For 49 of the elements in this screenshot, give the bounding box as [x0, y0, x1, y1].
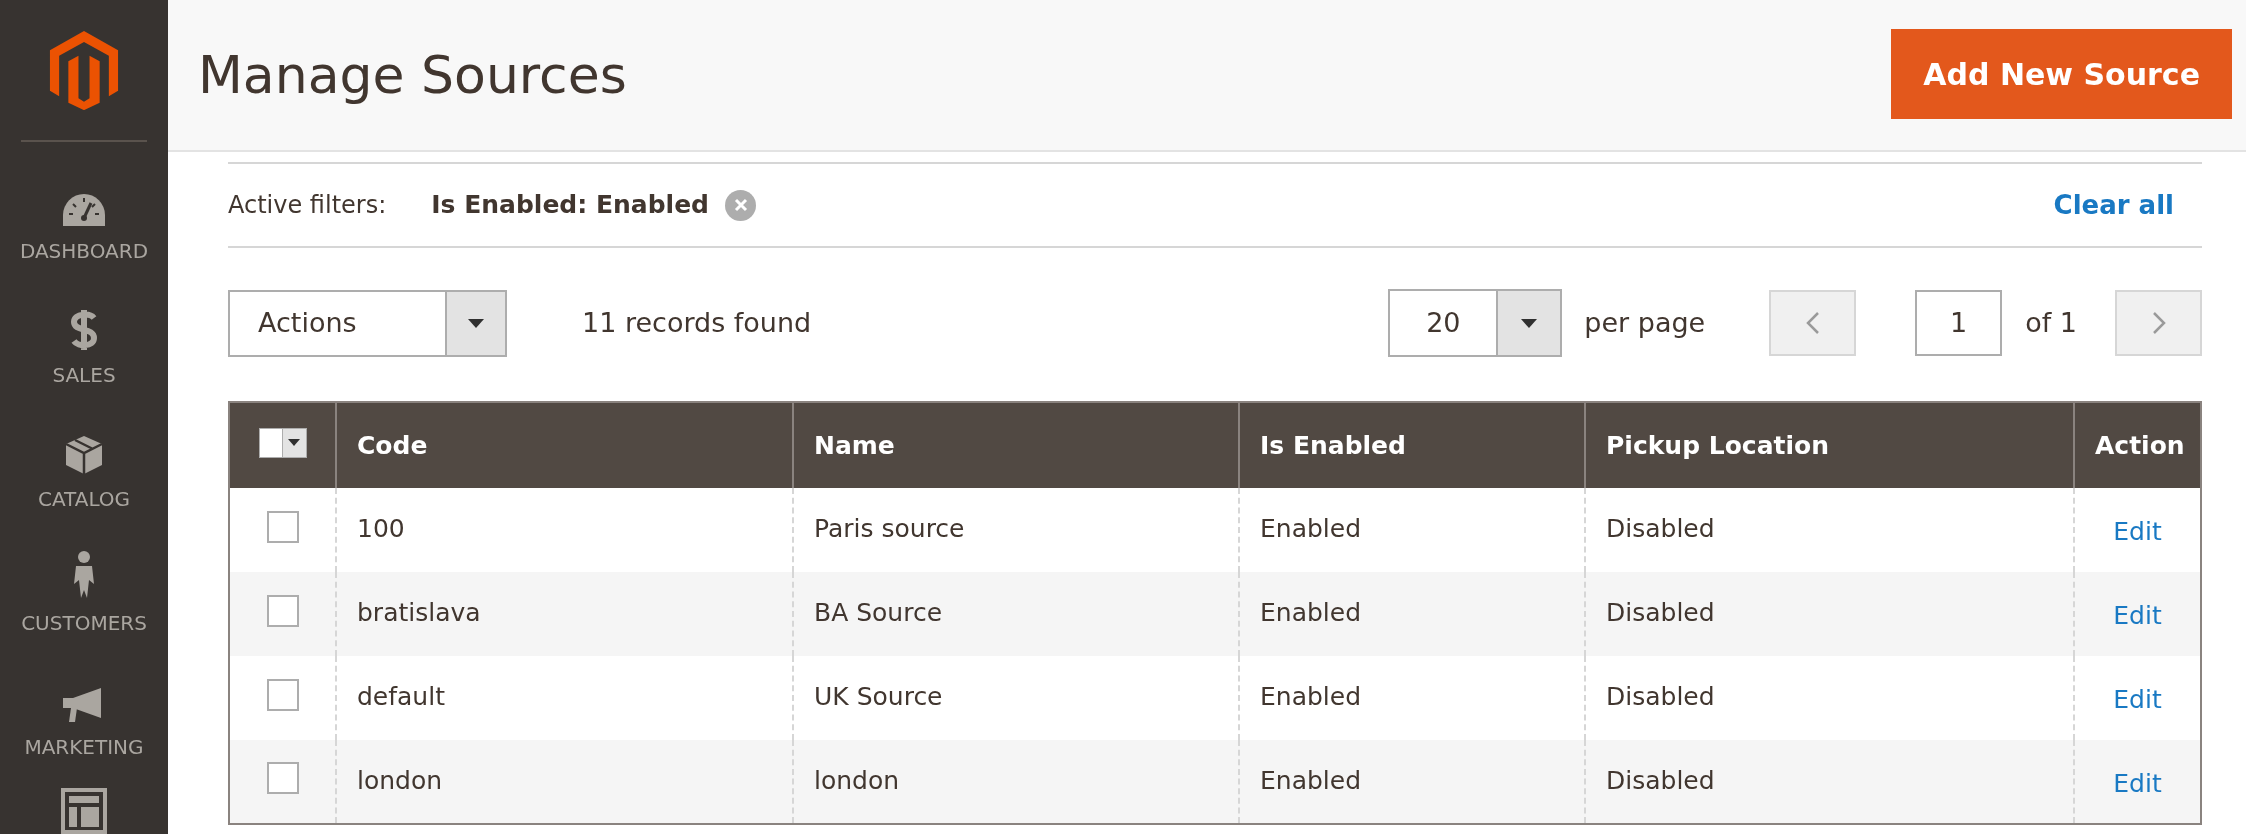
- actions-dropdown[interactable]: Actions: [228, 289, 507, 357]
- page-size-dropdown[interactable]: 20: [1388, 289, 1563, 357]
- sidebar-item[interactable]: CATALOG: [0, 408, 168, 532]
- column-header[interactable]: Action: [2074, 402, 2201, 488]
- edit-link[interactable]: Edit: [2113, 685, 2162, 714]
- person-icon: [72, 550, 96, 600]
- edit-link[interactable]: Edit: [2113, 517, 2162, 546]
- checkbox[interactable]: [266, 762, 299, 794]
- previous-page-button[interactable]: [1769, 290, 1857, 356]
- clear-all-link[interactable]: Clear all: [2053, 185, 2174, 225]
- checkbox[interactable]: [266, 678, 299, 711]
- table-cell: Enabled: [1239, 740, 1585, 824]
- sidebar-item[interactable]: CUSTOMERS: [0, 532, 168, 656]
- caret-icon: [1521, 318, 1538, 328]
- edit-link[interactable]: Edit: [2113, 601, 2162, 630]
- table-cell: london: [336, 740, 793, 824]
- mass-select-dropdown[interactable]: [258, 427, 307, 458]
- records-count: 11 records found: [582, 305, 812, 340]
- edit-link[interactable]: Edit: [2113, 769, 2162, 798]
- table-cell: Disabled: [1585, 740, 2074, 824]
- chevron-left-icon: [1805, 311, 1820, 335]
- per-page-label: per page: [1584, 305, 1706, 340]
- page-number-field[interactable]: 1: [1915, 290, 2003, 356]
- column-header[interactable]: Code: [336, 402, 793, 488]
- filter-label: Is Enabled: Enabled: [431, 189, 709, 222]
- add-new-source-button[interactable]: Add New Source: [1891, 29, 2232, 119]
- page-title: Manage Sources: [198, 44, 627, 107]
- column-header[interactable]: Name: [793, 402, 1239, 488]
- table-cell: london: [793, 740, 1239, 824]
- sidebar-item[interactable]: DASHBOARD: [0, 160, 168, 284]
- page-total-label: of 1: [2025, 305, 2077, 340]
- remove-filter-button[interactable]: [725, 189, 756, 221]
- dollar-icon: [70, 308, 98, 352]
- active-filters-label: Active filters:: [228, 190, 387, 221]
- column-header[interactable]: Is Enabled: [1239, 402, 1585, 488]
- checkbox[interactable]: [266, 594, 299, 627]
- sidebar-item[interactable]: MARKETING: [0, 656, 168, 780]
- chevron-right-icon: [2151, 311, 2166, 335]
- box-icon: [64, 434, 104, 476]
- caret-icon: [468, 318, 484, 328]
- gauge-icon: [61, 192, 107, 228]
- next-page-button[interactable]: [2115, 290, 2202, 356]
- logo-icon: [47, 31, 121, 111]
- sidebar-item[interactable]: SALES: [0, 284, 168, 408]
- layout-icon[interactable]: [61, 788, 107, 834]
- checkbox[interactable]: [266, 510, 299, 543]
- caret-icon: [288, 439, 301, 446]
- close-icon: [733, 198, 748, 212]
- column-header[interactable]: Pickup Location: [1585, 402, 2074, 488]
